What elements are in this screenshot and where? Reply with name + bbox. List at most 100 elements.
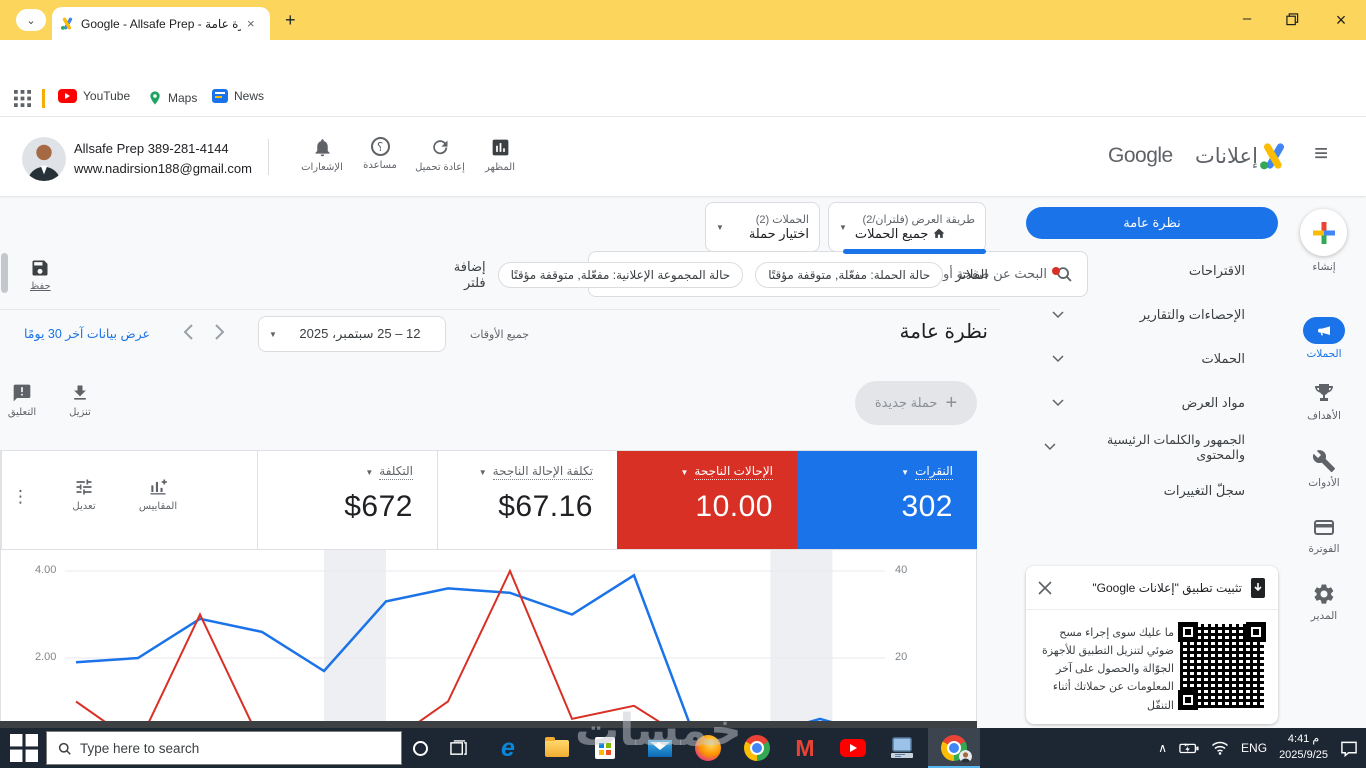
vertical-scrollbar[interactable] xyxy=(1,253,8,293)
scorecard-label[interactable]: الإحالات الناجحة xyxy=(694,464,773,480)
tray-chevron-up-icon[interactable]: ∧ xyxy=(1158,741,1167,755)
notifications-label: الإشعارات xyxy=(301,162,343,173)
edge-icon: e xyxy=(501,734,515,763)
view-mode-selector[interactable]: ▼ طريقة العرض (فلتران/2) جميع الحملات xyxy=(828,202,986,252)
sidebar-item-audiences-keywords[interactable]: الجمهور والكلمات الرئيسية والمحتوى xyxy=(1026,432,1278,462)
scorecard-value: 302 xyxy=(807,490,953,524)
new-tab-button[interactable]: + xyxy=(285,10,296,31)
show-last-30-days-link[interactable]: عرض بيانات آخر 30 يومًا xyxy=(24,326,150,341)
sidebar-item-overview[interactable]: نظرة عامة xyxy=(1026,207,1278,239)
sidebar-item-insights-reports[interactable]: الإحصاءات والتقارير xyxy=(1026,300,1278,330)
taskbar-clock[interactable]: 4:41 م 2025/9/25 xyxy=(1279,732,1328,764)
rail-item-tools[interactable] xyxy=(1312,449,1336,478)
scorecard-cost-per-conversion[interactable]: ▼تكلفة الإحالة الناجحة $67.16 xyxy=(437,451,617,549)
tab-close-icon[interactable]: × xyxy=(247,16,255,31)
bookmark-maps[interactable]: Maps xyxy=(148,89,197,107)
sidebar-item-change-history[interactable]: سجلّ التغييرات xyxy=(1026,476,1278,506)
notifications-button[interactable]: الإشعارات xyxy=(291,137,353,173)
scorecard-value: 10.00 xyxy=(627,490,773,524)
rail-item-goals[interactable] xyxy=(1312,382,1336,411)
taskbar-gmail[interactable]: M xyxy=(791,734,819,762)
scorecard-conversions[interactable]: ▼الإحالات الناجحة 10.00 xyxy=(617,451,797,549)
sidebar-item-recommendations[interactable]: الاقتراحات xyxy=(1026,256,1278,286)
taskbar-search-input[interactable]: Type here to search xyxy=(46,731,402,765)
taskbar-chrome[interactable] xyxy=(743,734,771,762)
battery-icon[interactable] xyxy=(1179,742,1199,754)
kebab-menu-icon[interactable]: ⋮ xyxy=(12,487,29,507)
bookmarks-separator xyxy=(42,89,45,108)
refresh-button[interactable]: إعادة تحميل xyxy=(409,137,471,173)
google-ads-logo xyxy=(1258,140,1290,172)
help-button[interactable]: ؟ مساعدة xyxy=(349,137,411,171)
date-range-selector[interactable]: ▼ 12 – 25 سبتمبر، 2025 xyxy=(258,316,446,352)
taskbar-firefox[interactable] xyxy=(694,734,722,762)
language-indicator[interactable]: ENG xyxy=(1241,741,1267,755)
notification-dot xyxy=(1052,267,1060,275)
horizontal-scrollbar[interactable] xyxy=(0,721,977,728)
bookmark-news[interactable]: News xyxy=(212,89,264,103)
action-center-icon[interactable] xyxy=(1340,740,1358,757)
news-icon xyxy=(212,89,228,103)
start-button[interactable] xyxy=(10,734,38,762)
taskbar-remote-desktop[interactable] xyxy=(888,734,916,762)
scorecard-clicks[interactable]: ▼النقرات 302 xyxy=(797,451,977,549)
close-icon[interactable] xyxy=(1038,581,1052,595)
date-prev-chevron[interactable] xyxy=(184,323,194,341)
hamburger-menu-icon[interactable]: ≡ xyxy=(1314,140,1328,168)
performance-chart[interactable]: 4.00 2.00 40 20 xyxy=(0,550,977,728)
window-minimize-button[interactable]: – xyxy=(1232,10,1262,27)
sidebar-item-assets[interactable]: مواد العرض xyxy=(1026,388,1278,418)
taskbar-file-explorer[interactable] xyxy=(543,734,571,762)
task-view-button[interactable] xyxy=(444,734,472,762)
mail-icon xyxy=(648,740,672,757)
page-title: نظرة عامة xyxy=(850,319,988,344)
add-filter-button[interactable]: إضافة فلتر xyxy=(430,259,486,291)
feedback-label: التعليق xyxy=(8,407,36,418)
save-label: حفظ xyxy=(30,281,51,292)
create-button[interactable] xyxy=(1300,209,1347,256)
chevron-down-icon xyxy=(1044,443,1056,451)
scorecard-label[interactable]: التكلفة xyxy=(379,464,413,480)
tab-search-button[interactable]: ⌄ xyxy=(16,9,46,31)
scorecard-label[interactable]: تكلفة الإحالة الناجحة xyxy=(493,464,593,480)
section-divider xyxy=(0,309,1000,310)
rail-item-billing[interactable] xyxy=(1312,515,1336,544)
weekend-band xyxy=(324,550,386,728)
appearance-button[interactable]: المظهر xyxy=(469,137,531,173)
metrics-button[interactable]: المقاييس xyxy=(130,477,186,512)
browser-tab[interactable]: Google - Allsafe Prep - نظرة عامة × xyxy=(52,7,270,40)
trophy-icon xyxy=(1312,382,1336,406)
taskbar-store[interactable] xyxy=(591,734,619,762)
save-button[interactable]: حفظ xyxy=(30,258,51,292)
window-close-button[interactable]: × xyxy=(1326,10,1356,31)
system-tray: ∧ ENG 4:41 م 2025/9/25 xyxy=(1158,728,1358,768)
adjust-button[interactable]: تعديل xyxy=(62,477,106,512)
taskbar-youtube[interactable] xyxy=(839,734,867,762)
filter-chip-campaign-status[interactable]: حالة الحملة: مفعّلة, متوقفة مؤقتًا xyxy=(755,262,943,288)
scorecard-label[interactable]: النقرات xyxy=(915,464,953,480)
task-view-icon xyxy=(450,740,467,757)
date-next-chevron[interactable] xyxy=(214,323,224,341)
rail-item-campaigns[interactable] xyxy=(1303,317,1345,344)
ads-app-header: Allsafe Prep 389-281-4144 www.nadirsion1… xyxy=(0,117,1366,196)
campaign-selector[interactable]: ▼ الحملات (2) اختيار حملة xyxy=(705,202,820,252)
bookmark-youtube[interactable]: YouTube xyxy=(58,89,130,103)
taskbar-chrome-active[interactable] xyxy=(928,728,980,768)
rail-item-admin[interactable] xyxy=(1312,582,1336,611)
left-axis-tick-2: 2.00 xyxy=(35,651,56,663)
sidebar-item-campaigns[interactable]: الحملات xyxy=(1026,344,1278,374)
feedback-button[interactable]: التعليق xyxy=(0,383,44,418)
scorecard-cost[interactable]: ▼التكلفة $672 xyxy=(257,451,437,549)
bookmark-label: News xyxy=(234,89,264,103)
cortana-button[interactable] xyxy=(406,734,434,762)
taskbar-edge[interactable]: e xyxy=(494,734,522,762)
window-restore-button[interactable] xyxy=(1286,13,1299,31)
download-button[interactable]: تنزيل xyxy=(58,383,102,418)
account-avatar[interactable] xyxy=(22,137,66,181)
new-campaign-button[interactable]: حملة جديدة + xyxy=(855,381,977,425)
filter-chip-adgroup-status[interactable]: حالة المجموعة الإعلانية: مفعّلة, متوقفة … xyxy=(498,262,744,288)
all-time-label: جميع الأوقات xyxy=(470,328,529,341)
wifi-icon[interactable] xyxy=(1211,741,1229,755)
apps-grid-icon[interactable] xyxy=(14,90,31,107)
taskbar-mail[interactable] xyxy=(646,734,674,762)
